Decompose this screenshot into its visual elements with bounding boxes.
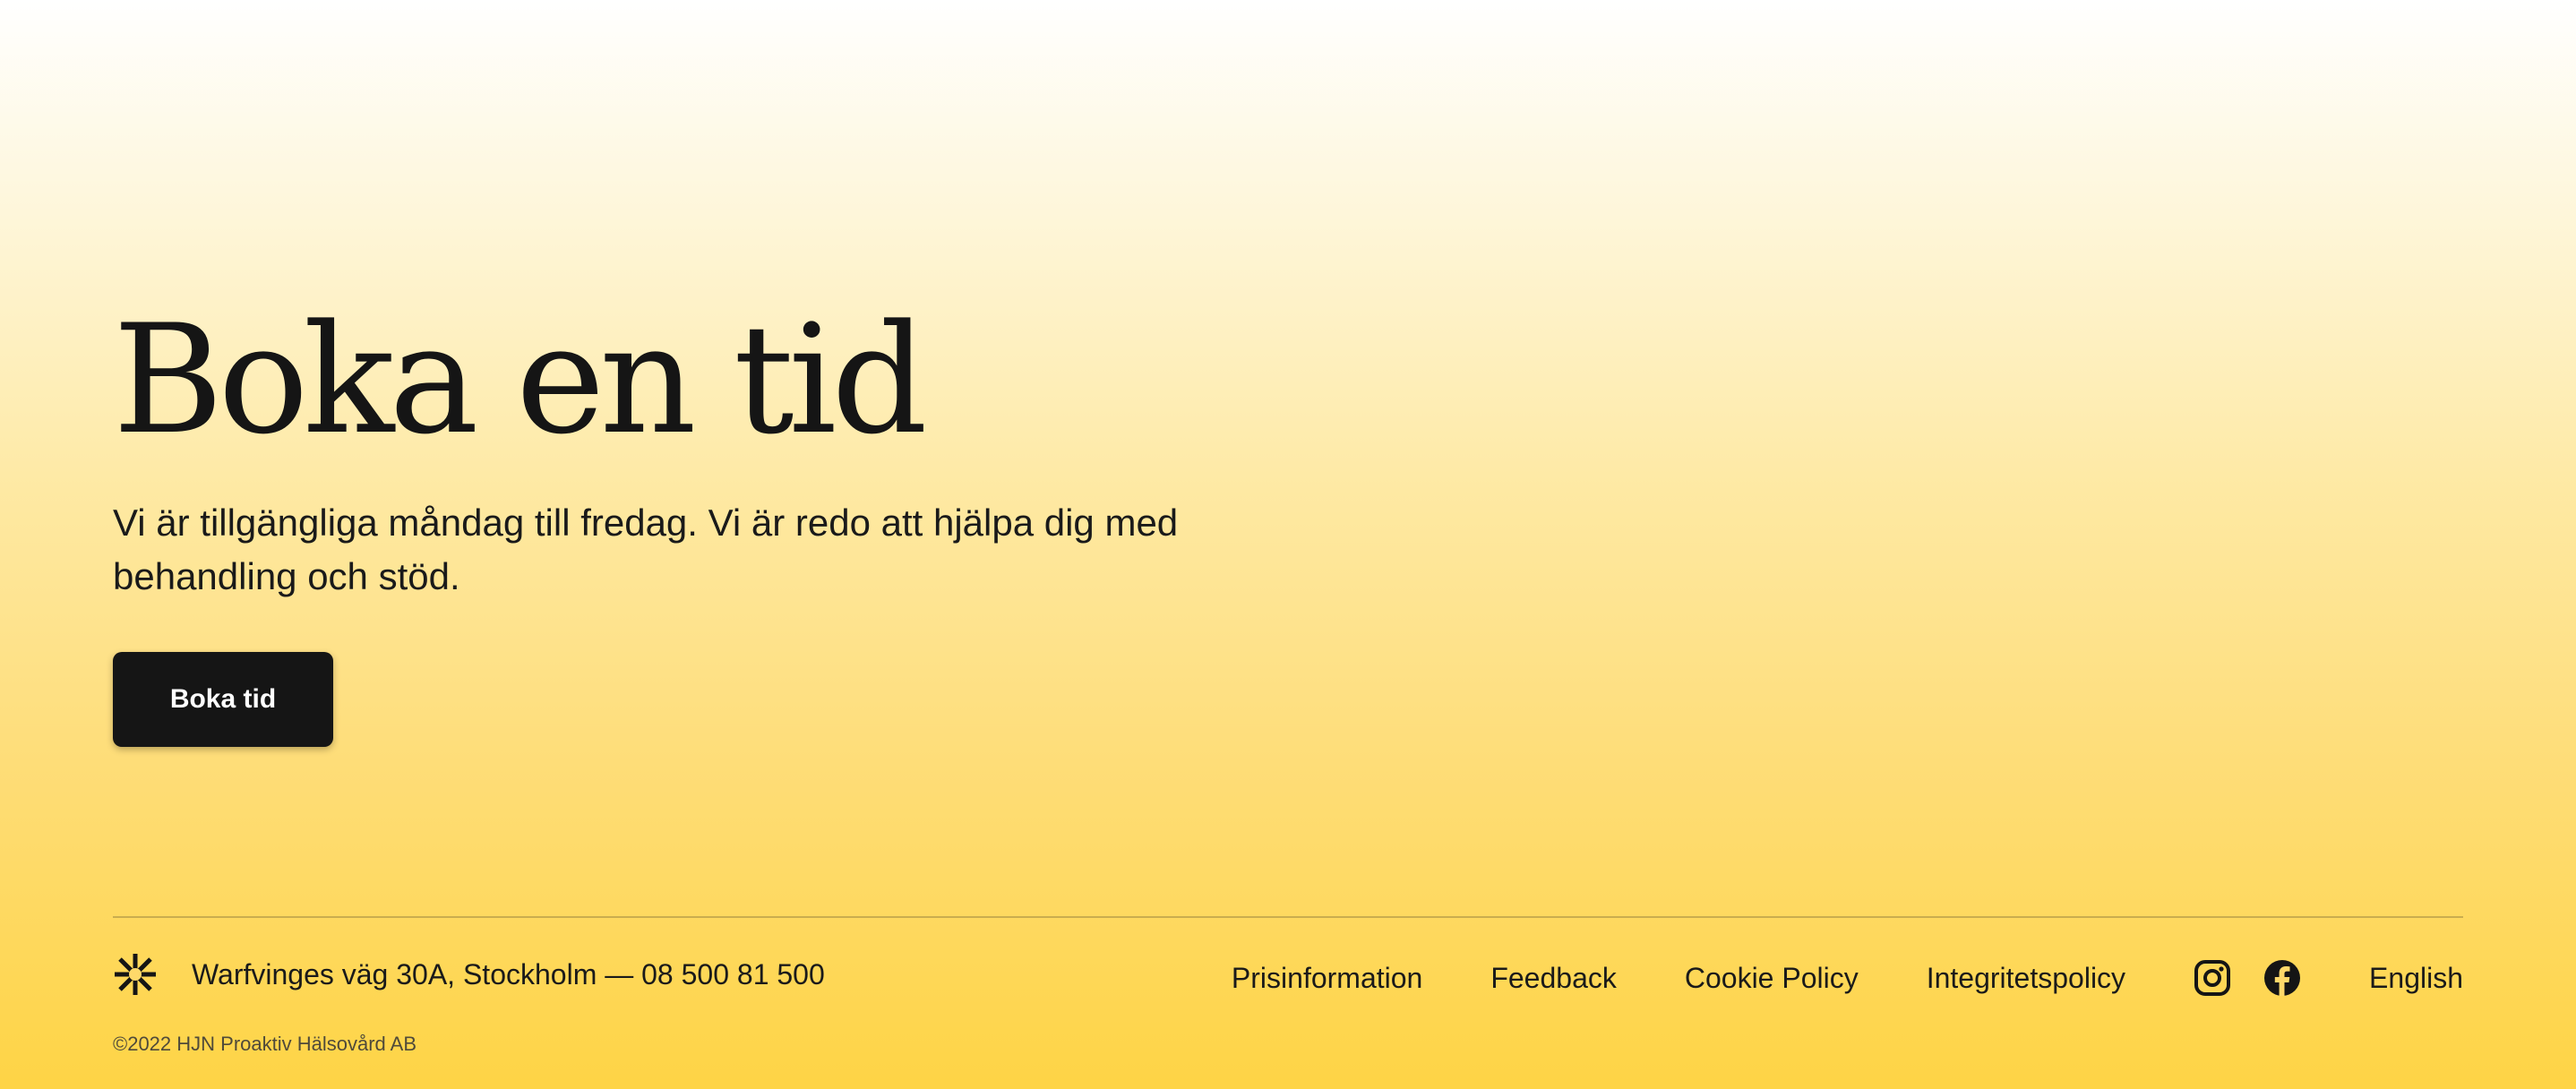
hero-section: Boka en tid Vi är tillgängliga måndag ti… xyxy=(113,304,1277,747)
asterisk-logo-icon xyxy=(115,954,156,995)
hero-subtitle: Vi är tillgängliga måndag till fredag. V… xyxy=(113,502,1179,597)
book-appointment-button[interactable]: Boka tid xyxy=(113,652,333,747)
footer-link-feedback[interactable]: Feedback xyxy=(1490,960,1617,996)
facebook-icon[interactable] xyxy=(2263,959,2301,997)
footer-address: Warfvinges väg 30A, Stockholm — 08 500 8… xyxy=(192,958,825,990)
footer-link-cookie-policy[interactable]: Cookie Policy xyxy=(1685,960,1859,996)
footer-link-integritetspolicy[interactable]: Integritetspolicy xyxy=(1927,960,2125,996)
footer-copyright: ©2022 HJN Proaktiv Hälsovård AB xyxy=(113,1033,417,1055)
page-title: Boka en tid xyxy=(113,292,928,467)
footer-contact: Warfvinges väg 30A, Stockholm — 08 500 8… xyxy=(113,951,825,998)
footer-divider xyxy=(113,916,2463,918)
language-switch-link[interactable]: English xyxy=(2369,960,2463,996)
social-links xyxy=(2194,959,2301,997)
footer-nav: Prisinformation Feedback Cookie Policy I… xyxy=(1232,955,2463,1001)
instagram-icon[interactable] xyxy=(2194,959,2231,997)
footer-link-prisinformation[interactable]: Prisinformation xyxy=(1232,960,1422,996)
